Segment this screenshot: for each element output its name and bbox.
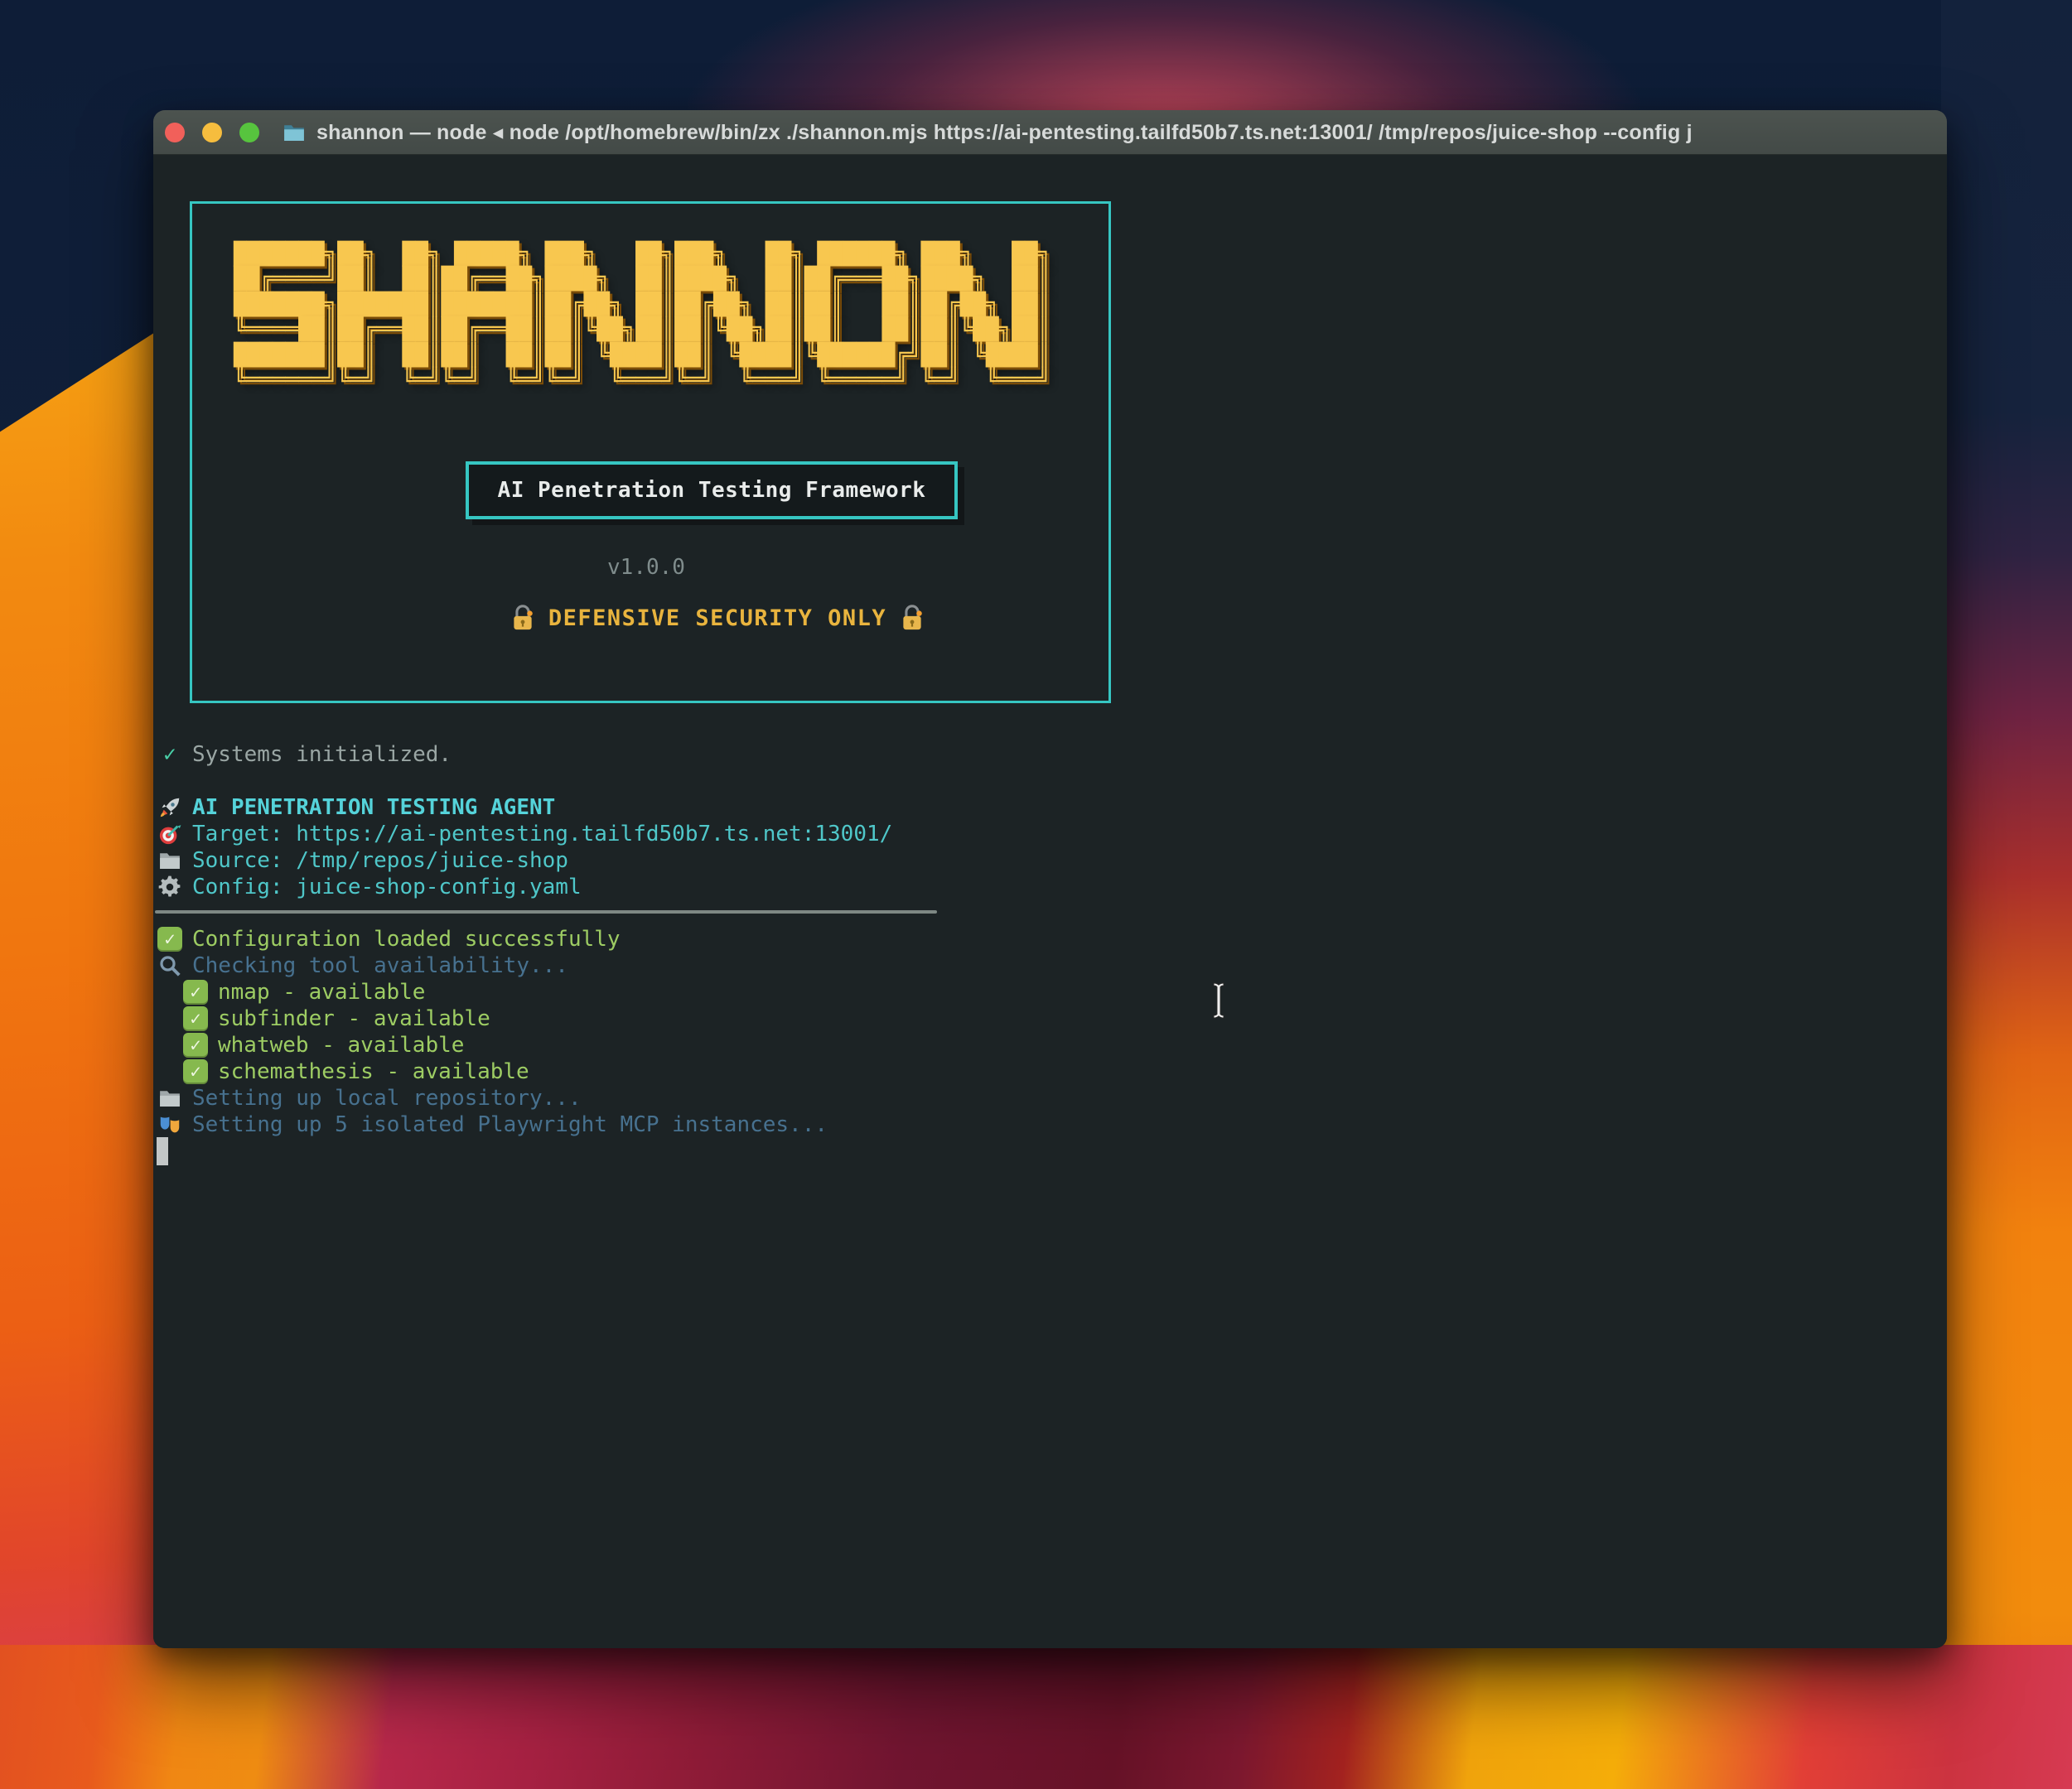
terminal-line-text: whatweb - available	[218, 1033, 464, 1058]
defensive-banner: DEFENSIVE SECURITY ONLY	[469, 601, 966, 634]
folder-proxy-icon[interactable]	[280, 120, 308, 145]
minimize-button[interactable]	[202, 123, 222, 142]
cursor-line	[155, 1138, 1947, 1165]
terminal-line: Config: juice-shop-config.yaml	[155, 874, 1947, 900]
check-mark-icon: ✓	[155, 741, 185, 768]
terminal-line-text: Target: https://ai-pentesting.tailfd50b7…	[192, 822, 892, 846]
banner-box: ███████╗██╗ ██╗ █████╗ ███╗ ██╗███╗ ██╗ …	[190, 201, 1111, 703]
folder-icon	[155, 847, 185, 874]
blank-line	[155, 768, 1947, 794]
terminal-line-text: Setting up local repository...	[192, 1086, 582, 1111]
check-box-icon: ✓	[181, 979, 210, 1005]
folder-icon	[155, 1085, 185, 1111]
terminal-line-text: schemathesis - available	[218, 1059, 529, 1084]
check-box-icon: ✓	[181, 1005, 210, 1032]
check-box-icon: ✓	[155, 926, 185, 952]
terminal-line: Target: https://ai-pentesting.tailfd50b7…	[155, 821, 1947, 847]
magnifier-icon	[155, 952, 185, 979]
separator-line	[155, 910, 937, 914]
wallpaper-right-band	[1941, 0, 2072, 1789]
terminal-line-text: Setting up 5 isolated Playwright MCP ins…	[192, 1112, 828, 1137]
gear-icon	[155, 874, 185, 900]
terminal-line: ✓ schemathesis - available	[181, 1058, 1947, 1085]
wallpaper-left-band	[0, 330, 159, 1789]
close-button[interactable]	[165, 123, 185, 142]
ascii-banner: ███████╗██╗ ██╗ █████╗ ███╗ ██╗███╗ ██╗ …	[234, 242, 1050, 393]
terminal-lines: ✓ Systems initialized. AI PENETRATION TEST…	[153, 741, 1947, 1165]
desktop: { "colors": { "accent_teal": "#36c6c2", …	[0, 0, 2072, 1789]
terminal-line-text: Checking tool availability...	[192, 953, 568, 978]
terminal-line-text: Config: juice-shop-config.yaml	[192, 875, 582, 899]
terminal-line: ✓ Configuration loaded successfully	[155, 926, 1947, 952]
terminal-line-text: Systems initialized.	[192, 742, 452, 767]
check-box-icon: ✓	[181, 1058, 210, 1085]
defensive-label: DEFENSIVE SECURITY ONLY	[548, 605, 886, 631]
check-box-icon: ✓	[181, 1032, 210, 1058]
terminal-line: ✓ nmap - available	[181, 979, 1947, 1005]
terminal-line: Setting up local repository...	[155, 1085, 1947, 1111]
masks-icon	[155, 1111, 185, 1138]
target-icon	[155, 821, 185, 847]
block-cursor	[157, 1137, 168, 1165]
framework-label: AI Penetration Testing Framework	[498, 478, 926, 503]
terminal-line-text: nmap - available	[218, 980, 425, 1005]
terminal-line-text: Source: /tmp/repos/juice-shop	[192, 848, 568, 873]
zoom-button[interactable]	[239, 123, 259, 142]
terminal-line-text: AI PENETRATION TESTING AGENT	[192, 795, 555, 820]
titlebar[interactable]: shannon — node ◂ node /opt/homebrew/bin/…	[153, 110, 1947, 155]
lock-icon	[509, 604, 537, 632]
framework-box: AI Penetration Testing Framework	[466, 461, 958, 519]
wallpaper-bottom-bands	[0, 1645, 2072, 1789]
lock-icon	[898, 604, 926, 632]
mouse-ibeam-cursor	[1211, 982, 1228, 1019]
terminal-line: Checking tool availability...	[155, 952, 1947, 979]
terminal-line: ✓ whatweb - available	[181, 1032, 1947, 1058]
terminal-line: ✓ Systems initialized.	[155, 741, 1947, 768]
terminal-line-text: Configuration loaded successfully	[192, 927, 621, 952]
terminal-line: Source: /tmp/repos/juice-shop	[155, 847, 1947, 874]
window-title: shannon — node ◂ node /opt/homebrew/bin/…	[316, 120, 1693, 145]
terminal-line: ✓ subfinder - available	[181, 1005, 1947, 1032]
terminal-window: shannon — node ◂ node /opt/homebrew/bin/…	[153, 110, 1947, 1648]
rocket-icon	[155, 794, 185, 821]
terminal-line-text: subfinder - available	[218, 1006, 490, 1031]
terminal-body[interactable]: ███████╗██╗ ██╗ █████╗ ███╗ ██╗███╗ ██╗ …	[153, 155, 1947, 1648]
version-label: v1.0.0	[192, 555, 1100, 580]
terminal-line: Setting up 5 isolated Playwright MCP ins…	[155, 1111, 1947, 1138]
terminal-line: AI PENETRATION TESTING AGENT	[155, 794, 1947, 821]
